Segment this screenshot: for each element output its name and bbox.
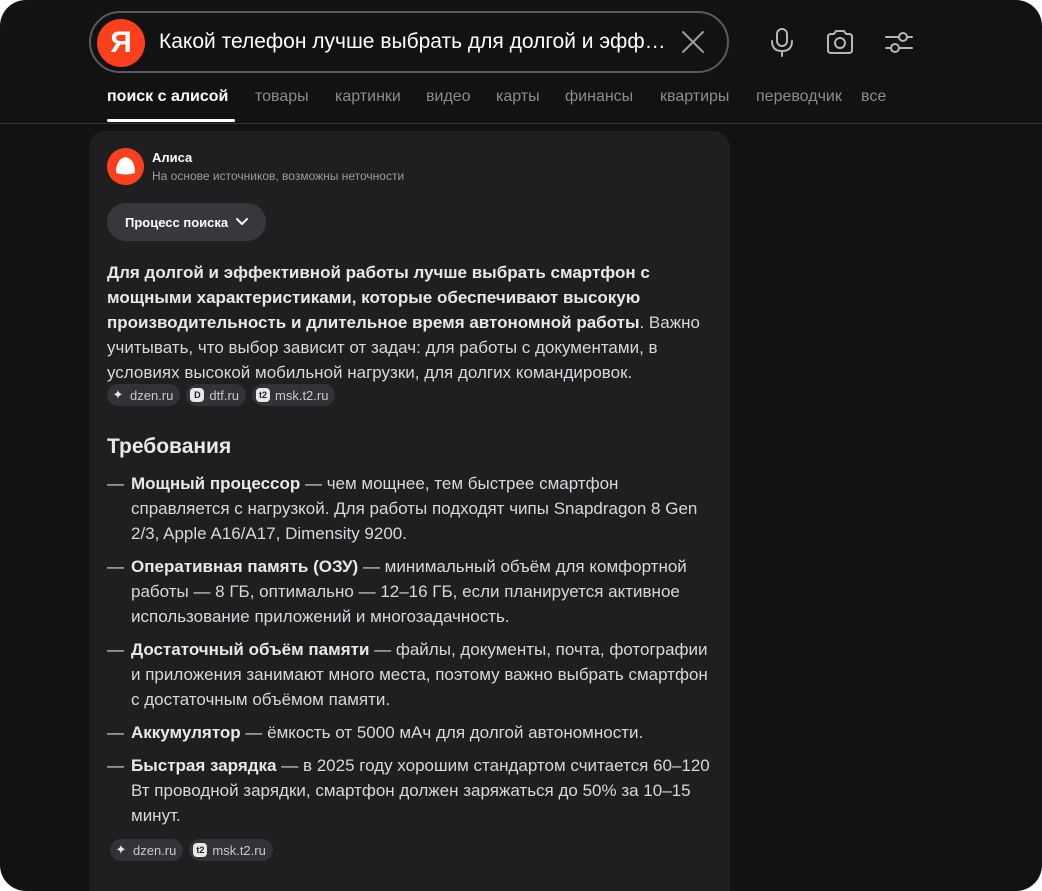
t2-icon: t2 (193, 843, 208, 857)
dzen-icon: ✦ (115, 842, 127, 857)
alice-disclaimer: На основе источников, возможны неточност… (152, 169, 405, 183)
item-term: Аккумулятор (131, 723, 241, 742)
tab-video[interactable]: видео (426, 88, 471, 106)
dzen-icon: ✦ (112, 387, 124, 402)
source-label: dzen.ru (130, 387, 174, 403)
active-tab-indicator (107, 119, 235, 122)
tab-alice-search[interactable]: поиск с алисой (107, 88, 228, 106)
list-item: — Мощный процессор — чем мощнее, тем быс… (107, 471, 717, 546)
source-chip-dtf[interactable]: D dtf.ru (186, 384, 246, 406)
tabs-divider (0, 123, 1042, 124)
item-term: Быстрая зарядка (131, 756, 277, 775)
list-item: — Быстрая зарядка — в 2025 году хорошим … (107, 753, 717, 828)
source-label: msk.t2.ru (212, 842, 266, 858)
search-process-button[interactable]: Процесс поиска (107, 203, 267, 241)
source-chip-t2[interactable]: t2 msk.t2.ru (252, 384, 336, 406)
item-term: Достаточный объём памяти (131, 640, 370, 659)
list-item: — Аккумулятор — ёмкость от 5000 мАч для … (107, 720, 717, 745)
settings-sliders-icon[interactable] (883, 26, 915, 58)
list-dash: — (107, 557, 124, 576)
search-process-label: Процесс поиска (125, 214, 229, 230)
browser-window: Я Какой телефон лучше выбрать для долгой… (0, 0, 1042, 891)
clear-icon[interactable] (681, 30, 705, 54)
camera-icon[interactable] (824, 26, 856, 58)
sources-bottom: ✦ dzen.ru t2 msk.t2.ru (110, 839, 273, 861)
tab-finance[interactable]: финансы (565, 88, 633, 106)
source-label: msk.t2.ru (275, 387, 329, 403)
tab-all[interactable]: все (861, 88, 886, 106)
source-label: dtf.ru (209, 387, 239, 403)
list-dash: — (107, 723, 124, 742)
list-dash: — (107, 756, 124, 775)
source-label: dzen.ru (133, 842, 177, 858)
list-item: — Достаточный объём памяти — файлы, доку… (107, 637, 717, 712)
answer-summary: Для долгой и эффективной работы лучше вы… (107, 260, 707, 385)
list-dash: — (107, 640, 124, 659)
requirements-heading: Требования (107, 435, 232, 458)
alice-logo-icon (107, 148, 144, 185)
dtf-icon: D (190, 388, 205, 402)
source-chip-t2[interactable]: t2 msk.t2.ru (189, 839, 273, 861)
source-chip-dzen[interactable]: ✦ dzen.ru (110, 839, 184, 861)
alice-answer-card: Алиса На основе источников, возможны нет… (89, 131, 730, 891)
tab-maps[interactable]: карты (496, 88, 540, 106)
yandex-logo[interactable]: Я (97, 19, 145, 67)
item-term: Оперативная память (ОЗУ) (131, 557, 359, 576)
requirements-list: — Мощный процессор — чем мощнее, тем быс… (107, 471, 717, 836)
item-text: — ёмкость от 5000 мАч для долгой автоном… (240, 723, 644, 742)
answer-bold: Для долгой и эффективной работы лучше вы… (107, 263, 650, 332)
tab-goods[interactable]: товары (255, 88, 309, 106)
tab-translator[interactable]: переводчик (756, 88, 842, 106)
search-input[interactable]: Какой телефон лучше выбрать для долгой и… (159, 30, 679, 54)
sources-top: ✦ dzen.ru D dtf.ru t2 msk.t2.ru (107, 384, 336, 406)
t2-icon: t2 (256, 388, 270, 402)
microphone-icon[interactable] (766, 26, 798, 58)
item-term: Мощный процессор (131, 474, 301, 493)
chevron-down-icon (236, 218, 249, 225)
tab-images[interactable]: картинки (335, 88, 401, 106)
search-bar[interactable]: Я Какой телефон лучше выбрать для долгой… (89, 11, 729, 73)
tab-apartments[interactable]: квартиры (660, 88, 729, 106)
source-chip-dzen[interactable]: ✦ dzen.ru (107, 384, 181, 406)
list-item: — Оперативная память (ОЗУ) — минимальный… (107, 554, 717, 629)
alice-name: Алиса (152, 150, 193, 165)
list-dash: — (107, 474, 124, 493)
